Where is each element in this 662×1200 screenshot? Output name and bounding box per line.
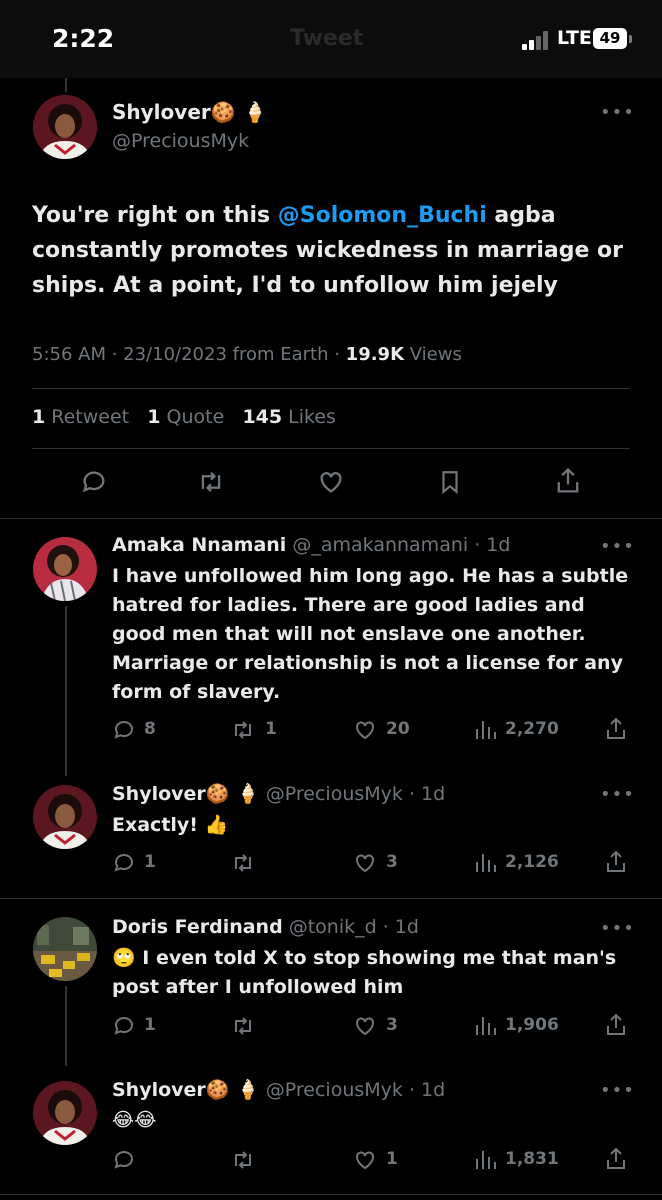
- like-icon[interactable]: [352, 1014, 378, 1038]
- more-icon[interactable]: •••: [600, 784, 635, 805]
- reply-icon[interactable]: [112, 1148, 136, 1172]
- tweet-text: You're right on this @Solomon_Buchi agba…: [32, 203, 623, 298]
- views-icon[interactable]: [473, 1014, 497, 1038]
- retweet-icon[interactable]: [230, 1148, 256, 1172]
- views-count: 19.9K: [345, 344, 405, 365]
- like-count: 1: [386, 1149, 398, 1169]
- views-count: 2,126: [505, 852, 559, 872]
- like-icon[interactable]: [352, 718, 378, 742]
- thread-line: [65, 78, 67, 92]
- share-icon[interactable]: [554, 466, 582, 496]
- author-name[interactable]: Doris Ferdinand: [112, 916, 283, 938]
- quotes-stat[interactable]: 1 Quote: [147, 406, 224, 428]
- signal-icon: [522, 30, 552, 50]
- like-icon[interactable]: [352, 1148, 378, 1172]
- reply-icon[interactable]: [112, 718, 136, 742]
- mention-link[interactable]: @Solomon_Buchi: [278, 203, 487, 228]
- author-name[interactable]: Shylover🍪 🍦: [112, 100, 268, 124]
- reply-count: 1: [144, 1015, 156, 1035]
- reply-text: Exactly! 👍: [112, 814, 229, 836]
- more-icon[interactable]: •••: [600, 1080, 635, 1101]
- author-handle[interactable]: @tonik_d · 1d: [283, 916, 419, 938]
- reply-header: Doris Ferdinand @tonik_d · 1d: [112, 916, 419, 938]
- thread-line: [65, 606, 67, 776]
- avatar[interactable]: [33, 537, 97, 601]
- author-name[interactable]: Shylover🍪 🍦: [112, 1079, 260, 1101]
- reply-text: 😂😂: [112, 1109, 157, 1131]
- reply-count: 1: [144, 852, 156, 872]
- share-icon[interactable]: [604, 1146, 628, 1172]
- reply-icon[interactable]: [112, 851, 136, 875]
- tweet-meta: 5:56 AM · 23/10/2023 from Earth · 19.9K …: [32, 344, 462, 365]
- thread-line: [65, 986, 67, 1066]
- divider: [32, 448, 630, 449]
- views-icon[interactable]: [473, 1148, 497, 1172]
- reply-header: Shylover🍪 🍦 @PreciousMyk · 1d: [112, 782, 445, 805]
- like-icon[interactable]: [352, 851, 378, 875]
- like-count: 3: [386, 1015, 398, 1035]
- retweets-stat[interactable]: 1 Retweet: [32, 406, 129, 428]
- avatar[interactable]: [33, 1081, 97, 1145]
- divider: [32, 388, 630, 389]
- reply-icon[interactable]: [112, 1014, 136, 1038]
- share-icon[interactable]: [604, 1012, 628, 1038]
- retweet-icon[interactable]: [230, 851, 256, 875]
- network-type: LTE: [557, 27, 592, 49]
- views-count: 2,270: [505, 719, 559, 739]
- more-icon[interactable]: •••: [600, 918, 635, 939]
- like-icon[interactable]: [316, 468, 346, 496]
- author-handle[interactable]: @PreciousMyk · 1d: [260, 1079, 445, 1101]
- share-icon[interactable]: [604, 716, 628, 742]
- divider: [0, 1194, 662, 1195]
- author-handle[interactable]: @PreciousMyk: [112, 130, 249, 152]
- page-title: Tweet: [290, 26, 364, 51]
- views-count: 1,906: [505, 1015, 559, 1035]
- retweet-count: 1: [265, 719, 277, 739]
- retweet-icon[interactable]: [230, 1014, 256, 1038]
- status-time: 2:22: [52, 24, 115, 53]
- views-icon[interactable]: [473, 718, 497, 742]
- more-icon[interactable]: •••: [600, 536, 635, 557]
- reply-text: I have unfollowed him long ago. He has a…: [112, 565, 629, 703]
- more-icon[interactable]: •••: [600, 102, 635, 123]
- share-icon[interactable]: [604, 849, 628, 875]
- like-count: 20: [386, 719, 410, 739]
- reply-header: Amaka Nnamani @_amakannamani · 1d: [112, 534, 510, 556]
- reply-header: Shylover🍪 🍦 @PreciousMyk · 1d: [112, 1078, 445, 1101]
- retweet-icon[interactable]: [230, 718, 256, 742]
- reply-icon[interactable]: [80, 468, 108, 496]
- battery-icon: 49: [593, 28, 627, 49]
- views-icon[interactable]: [473, 851, 497, 875]
- avatar[interactable]: [33, 785, 97, 849]
- likes-stat[interactable]: 145 Likes: [242, 406, 336, 428]
- reply-text: 🙄 I even told X to stop showing me that …: [112, 947, 617, 998]
- avatar[interactable]: [33, 95, 97, 159]
- divider: [0, 898, 662, 899]
- like-count: 3: [386, 852, 398, 872]
- author-name[interactable]: Shylover🍪 🍦: [112, 783, 260, 805]
- divider: [0, 518, 662, 519]
- author-name[interactable]: Amaka Nnamani: [112, 534, 286, 556]
- author-handle[interactable]: @_amakannamani · 1d: [286, 534, 510, 556]
- status-bar: 2:22 Tweet LTE 49: [0, 0, 662, 78]
- avatar[interactable]: [33, 917, 97, 981]
- views-count: 1,831: [505, 1149, 559, 1169]
- retweet-icon[interactable]: [196, 468, 226, 496]
- bookmark-icon[interactable]: [437, 468, 463, 496]
- battery-nub: [629, 35, 632, 43]
- author-handle[interactable]: @PreciousMyk · 1d: [260, 783, 445, 805]
- tweet-stats: 1 Retweet 1 Quote 145 Likes: [32, 406, 336, 428]
- reply-count: 8: [144, 719, 156, 739]
